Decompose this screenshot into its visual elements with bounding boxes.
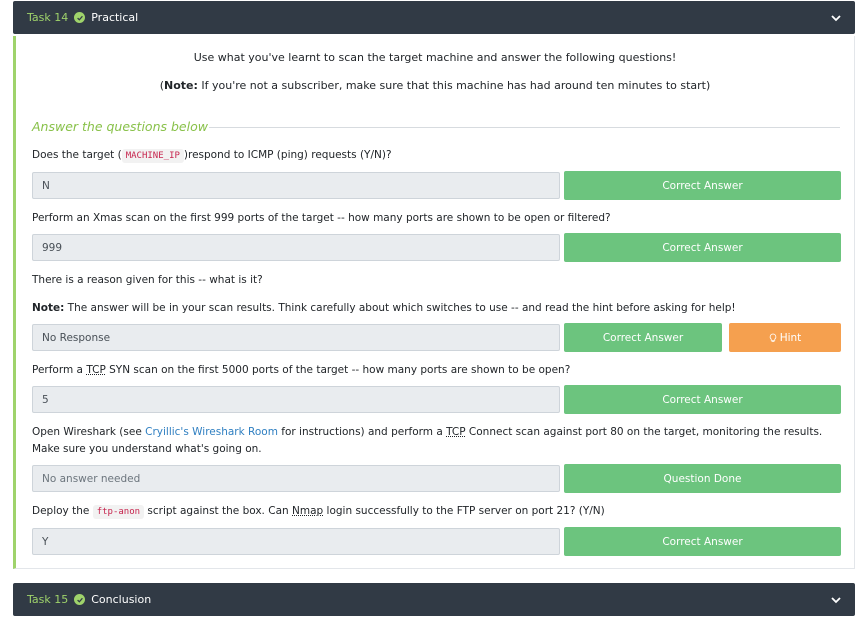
answer-input-2[interactable]: 999 [32, 234, 560, 261]
question-6: Deploy the ftp-anon script against the b… [32, 505, 605, 519]
lightbulb-icon [769, 333, 776, 342]
correct-answer-button-6[interactable]: Correct Answer [564, 527, 841, 556]
question-4: Perform a TCP SYN scan on the first 5000… [32, 364, 571, 376]
question-1: Does the target (MACHINE_IP)respond to I… [32, 149, 392, 163]
hint-button[interactable]: Hint [729, 323, 841, 352]
code-snippet: ftp-anon [92, 505, 145, 519]
task-14-body: Use what you've learnt to scan the targe… [13, 36, 855, 569]
code-snippet: MACHINE_IP [121, 149, 184, 163]
task-14-header[interactable]: Task 14 Practical [13, 1, 855, 34]
question-5: Open Wireshark (see Cryillic's Wireshark… [32, 426, 823, 455]
chevron-down-icon[interactable] [830, 12, 842, 24]
correct-answer-button-4[interactable]: Correct Answer [564, 385, 841, 414]
question-2: Perform an Xmas scan on the first 999 po… [32, 212, 611, 224]
chevron-down-icon[interactable] [830, 594, 842, 606]
answer-heading: Answer the questions below [32, 119, 208, 134]
check-circle-icon [74, 12, 86, 23]
answer-input-6[interactable]: Y [32, 528, 560, 555]
question-3-note: Note: The answer will be in your scan re… [32, 302, 736, 314]
wireshark-room-link[interactable]: Cryillic's Wireshark Room [145, 426, 278, 438]
answer-input-4[interactable]: 5 [32, 386, 560, 413]
task-15-header[interactable]: Task 15 Conclusion [13, 583, 855, 616]
task-number: Task 15 [27, 593, 69, 606]
answer-input-3[interactable]: No Response [32, 324, 560, 351]
divider [209, 127, 840, 128]
task-title: Conclusion [91, 593, 152, 606]
correct-answer-button-1[interactable]: Correct Answer [564, 171, 841, 200]
question-done-button[interactable]: Question Done [564, 464, 841, 493]
task-title: Practical [91, 11, 139, 24]
correct-answer-button-2[interactable]: Correct Answer [564, 233, 841, 262]
question-3: There is a reason given for this -- what… [32, 274, 263, 286]
task-note: (Note: If you're not a subscriber, make … [159, 79, 711, 92]
answer-input-5[interactable]: No answer needed [32, 465, 560, 492]
correct-answer-button-3[interactable]: Correct Answer [564, 323, 722, 352]
answer-input-1[interactable]: N [32, 172, 560, 199]
task-intro: Use what you've learnt to scan the targe… [193, 51, 677, 64]
check-circle-icon [74, 594, 86, 605]
task-number: Task 14 [27, 11, 69, 24]
